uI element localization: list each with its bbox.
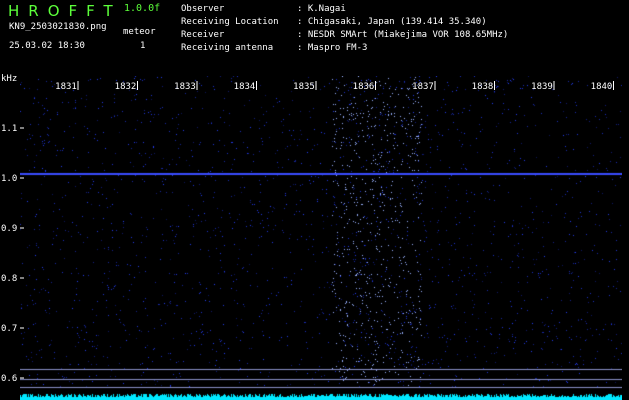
frequency-tick-label: 1832	[115, 82, 137, 92]
frequency-tick-label: 1837	[412, 82, 434, 92]
frequency-tick-label: 1836	[353, 82, 375, 92]
frequency-tick-label: 1839	[531, 82, 553, 92]
frequency-tick-label: 1840	[591, 82, 613, 92]
frequency-tick-label: 1833	[174, 82, 196, 92]
frequency-tick-label: 1835	[293, 82, 315, 92]
frequency-tick-label: 1838	[472, 82, 494, 92]
frequency-tick-label: 1834	[234, 82, 256, 92]
frequency-tick-label: 1831	[55, 82, 77, 92]
spectrogram-overlay: 1831 1832 1833 1834 1835 1836 1837 1838 1839 1840	[20, 81, 614, 379]
